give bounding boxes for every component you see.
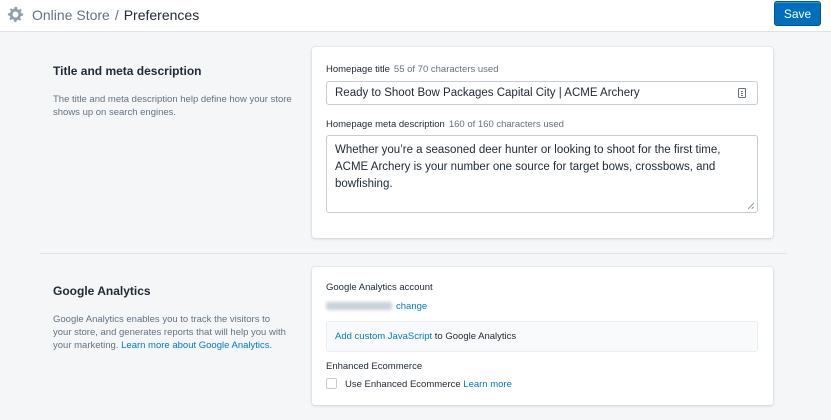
section-title-seo: Title and meta description (53, 64, 202, 78)
homepage-title-value: Ready to Shoot Bow Packages Capital City… (335, 87, 640, 99)
enhanced-ecommerce-label: Enhanced Ecommerce (326, 361, 423, 372)
learn-more-google-analytics-link[interactable]: Learn more about Google Analytics. (121, 340, 272, 351)
breadcrumb-online-store[interactable]: Online Store (32, 7, 110, 23)
section-title-analytics: Google Analytics (53, 284, 151, 298)
meta-description-textarea[interactable]: Whether you’re a seasoned deer hunter or… (326, 135, 758, 213)
analytics-account-id-redacted (326, 302, 392, 311)
enhanced-ecommerce-checkbox[interactable] (326, 378, 337, 389)
analytics-account-row: change (326, 301, 427, 312)
top-bar: Online Store / Preferences Save (0, 0, 831, 32)
enhanced-ecommerce-learn-more-link[interactable]: Learn more (463, 379, 512, 390)
analytics-card: Google Analytics account change Add cust… (312, 267, 773, 405)
analytics-section-label: Google Analytics Google Analytics enable… (53, 284, 289, 352)
custom-javascript-suffix: to Google Analytics (434, 331, 517, 342)
analytics-account-label: Google Analytics account (326, 282, 433, 293)
homepage-title-char-count: 55 of 70 characters used (393, 64, 499, 75)
homepage-title-label: Homepage title 55 of 70 characters used (326, 64, 499, 75)
breadcrumb-separator: / (114, 6, 119, 23)
homepage-title-input[interactable]: Ready to Shoot Bow Packages Capital City… (326, 81, 758, 105)
enhanced-ecommerce-row: Use Enhanced Ecommerce Learn more (326, 378, 512, 390)
title-meta-section-label: Title and meta description The title and… (53, 64, 293, 119)
title-meta-card: Homepage title 55 of 70 characters used R… (312, 47, 773, 238)
section-divider (40, 253, 787, 254)
save-button[interactable]: Save (774, 1, 821, 26)
autofill-icon[interactable] (738, 88, 746, 98)
change-analytics-link[interactable]: change (396, 301, 427, 312)
meta-description-char-count: 160 of 160 characters used (448, 119, 564, 130)
meta-description-value: Whether you’re a seasoned deer hunter or… (335, 144, 721, 190)
gear-icon (7, 6, 24, 23)
resize-handle-icon[interactable] (748, 203, 754, 209)
meta-description-label: Homepage meta description 160 of 160 char… (326, 119, 564, 130)
page-title: Preferences (123, 6, 200, 23)
breadcrumb: Online Store / Preferences (7, 6, 199, 23)
section-description-seo: The title and meta description help defi… (53, 94, 292, 118)
enhanced-ecommerce-checkbox-label[interactable]: Use Enhanced Ecommerce (345, 379, 461, 390)
section-description-analytics: Google Analytics enables you to track th… (53, 314, 286, 351)
custom-javascript-box: Add custom JavaScript to Google Analytic… (326, 321, 758, 352)
add-custom-javascript-link[interactable]: Add custom JavaScript (335, 331, 432, 342)
